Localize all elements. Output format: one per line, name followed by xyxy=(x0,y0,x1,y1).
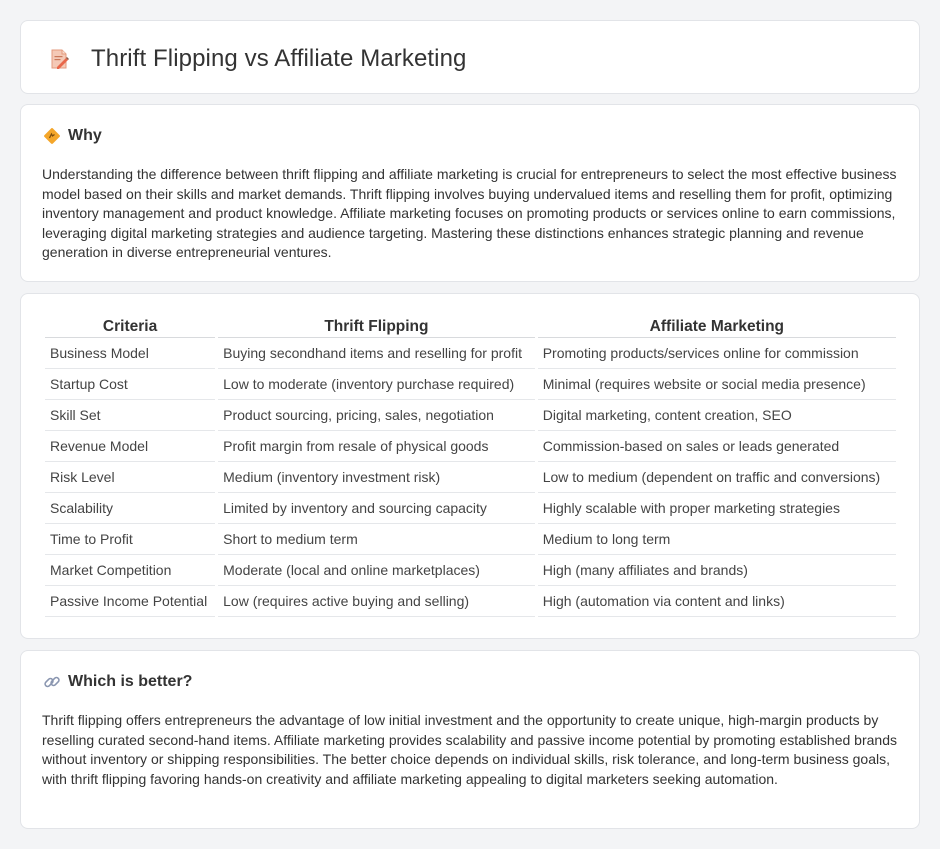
table-row: Risk Level Medium (inventory investment … xyxy=(45,462,896,493)
which-is-better-section: Which is better? Thrift flipping offers … xyxy=(20,650,920,829)
better-title: Which is better? xyxy=(68,673,193,690)
criteria-cell: Startup Cost xyxy=(45,369,216,400)
why-section: Why Understanding the difference between… xyxy=(20,104,920,282)
document-pencil-icon xyxy=(47,47,71,71)
why-text: Understanding the difference between thr… xyxy=(42,166,897,261)
thrift-cell: Profit margin from resale of physical go… xyxy=(218,431,535,462)
why-heading: Why xyxy=(43,127,102,145)
criteria-cell: Skill Set xyxy=(45,400,216,431)
thrift-cell: Buying secondhand items and reselling fo… xyxy=(218,338,535,369)
thrift-cell: Moderate (local and online marketplaces) xyxy=(218,555,535,586)
better-heading: Which is better? xyxy=(43,673,192,691)
table-row: Revenue Model Profit margin from resale … xyxy=(45,431,896,462)
affiliate-cell: Digital marketing, content creation, SEO xyxy=(537,400,896,431)
affiliate-cell: High (many affiliates and brands) xyxy=(537,555,896,586)
comparison-table: Criteria Thrift Flipping Affiliate Marke… xyxy=(42,316,899,617)
table-row: Scalability Limited by inventory and sou… xyxy=(45,493,896,524)
affiliate-cell: Minimal (requires website or social medi… xyxy=(537,369,896,400)
table-row: Market Competition Moderate (local and o… xyxy=(45,555,896,586)
page-title: Thrift Flipping vs Affiliate Marketing xyxy=(91,45,467,72)
table-row: Time to Profit Short to medium term Medi… xyxy=(45,524,896,555)
table-row: Skill Set Product sourcing, pricing, sal… xyxy=(45,400,896,431)
thrift-cell: Limited by inventory and sourcing capaci… xyxy=(218,493,535,524)
header-row: Thrift Flipping vs Affiliate Marketing xyxy=(47,45,467,73)
thrift-cell: Low to moderate (inventory purchase requ… xyxy=(218,369,535,400)
criteria-cell: Time to Profit xyxy=(45,524,216,555)
criteria-cell: Business Model xyxy=(45,338,216,369)
affiliate-cell: Medium to long term xyxy=(537,524,896,555)
link-icon xyxy=(43,673,61,691)
column-header-affiliate-marketing: Affiliate Marketing xyxy=(537,316,896,338)
thrift-cell: Medium (inventory investment risk) xyxy=(218,462,535,493)
criteria-cell: Passive Income Potential xyxy=(45,586,216,617)
column-header-thrift-flipping: Thrift Flipping xyxy=(218,316,535,338)
table-row: Business Model Buying secondhand items a… xyxy=(45,338,896,369)
criteria-cell: Risk Level xyxy=(45,462,216,493)
thrift-cell: Product sourcing, pricing, sales, negoti… xyxy=(218,400,535,431)
thrift-cell: Short to medium term xyxy=(218,524,535,555)
table-row: Passive Income Potential Low (requires a… xyxy=(45,586,896,617)
better-text: Thrift flipping offers entrepreneurs the… xyxy=(42,712,897,787)
affiliate-cell: Highly scalable with proper marketing st… xyxy=(537,493,896,524)
table-header-row: Criteria Thrift Flipping Affiliate Marke… xyxy=(45,316,896,338)
header-card: Thrift Flipping vs Affiliate Marketing xyxy=(20,20,920,94)
affiliate-cell: Promoting products/services online for c… xyxy=(537,338,896,369)
criteria-cell: Market Competition xyxy=(45,555,216,586)
criteria-cell: Revenue Model xyxy=(45,431,216,462)
diamond-sign-icon xyxy=(43,127,61,145)
why-title: Why xyxy=(68,127,102,144)
comparison-card: Criteria Thrift Flipping Affiliate Marke… xyxy=(20,293,920,639)
affiliate-cell: Commission-based on sales or leads gener… xyxy=(537,431,896,462)
criteria-cell: Scalability xyxy=(45,493,216,524)
affiliate-cell: Low to medium (dependent on traffic and … xyxy=(537,462,896,493)
table-row: Startup Cost Low to moderate (inventory … xyxy=(45,369,896,400)
thrift-cell: Low (requires active buying and selling) xyxy=(218,586,535,617)
column-header-criteria: Criteria xyxy=(45,316,216,338)
affiliate-cell: High (automation via content and links) xyxy=(537,586,896,617)
